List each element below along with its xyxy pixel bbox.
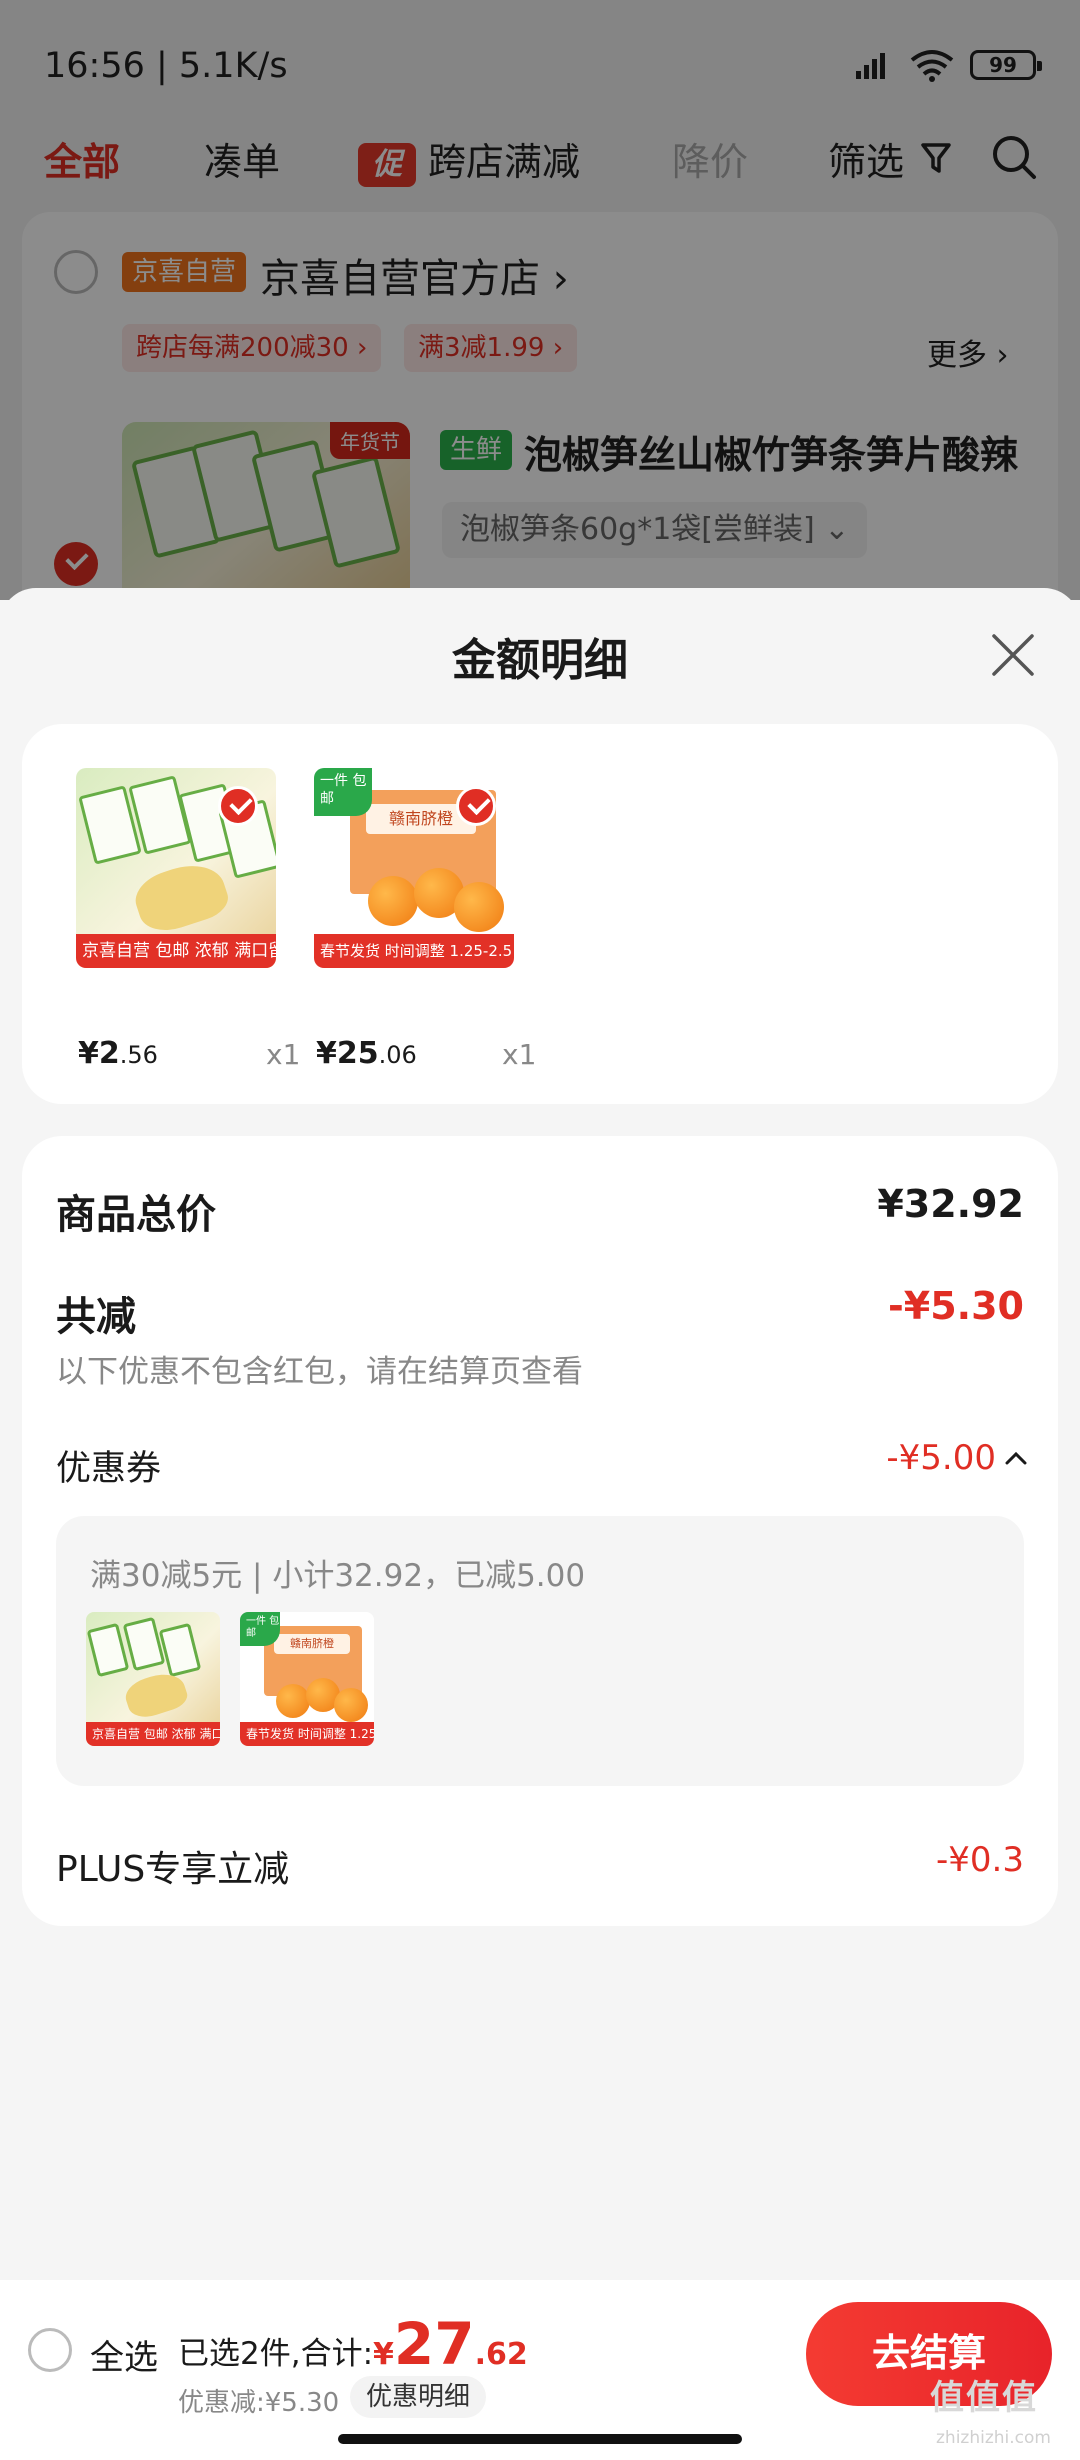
coupon-thumb-caption: 春节发货 时间调整 1.25-2.5日期间暂停发货 [240, 1722, 374, 1746]
item-price-int: ¥2 [78, 1036, 120, 1071]
discount-label: 共减 [56, 1294, 136, 1340]
coupon-item-thumbnail: 京喜自营 包邮 浓郁 满口留香 [86, 1612, 220, 1746]
item-price: ¥2.56 [78, 1036, 158, 1071]
coupon-thumb-caption: 京喜自营 包邮 浓郁 满口留香 [86, 1722, 220, 1746]
item-price-dec: .56 [119, 1041, 158, 1069]
item-image[interactable]: 赣南脐橙 一件 包邮 春节发货 时间调整 1.25-2.5日期间暂停发货 [314, 768, 514, 968]
sum-prefix: 已选2件,合计: [178, 2336, 374, 2372]
total-value: ¥32.92 [877, 1182, 1024, 1226]
sum-integer: 27 [393, 2310, 475, 2378]
discount-detail-button[interactable]: 优惠明细 [350, 2376, 487, 2418]
discount-note: 以下优惠不包含红包，请在结算页查看 [56, 1354, 583, 1390]
select-all-label[interactable]: 全选 [90, 2330, 158, 2379]
sheet-title: 金额明细 [452, 635, 628, 686]
plus-discount-value: -¥0.3 [936, 1840, 1024, 1880]
price-detail-card: 商品总价 ¥32.92 共减 -¥5.30 以下优惠不包含红包，请在结算页查看 … [22, 1136, 1058, 1926]
item-image[interactable]: 京喜自营 包邮 浓郁 满口留香 [76, 768, 276, 968]
coupon-corner: 一件 包邮 [240, 1612, 280, 1646]
item-qty: x1 [502, 1038, 537, 1071]
coupon-box-label: 赣南脐橙 [274, 1634, 350, 1654]
item-image-caption: 京喜自营 包邮 浓郁 满口留香 [76, 934, 276, 968]
coupon-value: -¥5.00 [886, 1438, 996, 1478]
selected-items-card: 京喜自营 包邮 浓郁 满口留香 ¥2.56 x1 赣南脐橙 一件 包邮 春节发货… [22, 724, 1058, 1104]
coupon-label: 优惠券 [56, 1449, 162, 1489]
item-check-icon [218, 786, 258, 826]
watermark-url: zhizhizhi.com [936, 2428, 1051, 2448]
close-icon[interactable] [988, 630, 1038, 680]
watermark-logo: 值值值 [930, 2378, 1038, 2418]
selected-item[interactable]: 京喜自营 包邮 浓郁 满口留香 ¥2.56 x1 [76, 768, 300, 1071]
chevron-up-icon [1005, 1451, 1027, 1465]
selected-item[interactable]: 赣南脐橙 一件 包邮 春节发货 时间调整 1.25-2.5日期间暂停发货 ¥25… [314, 768, 536, 1071]
sum-decimal: .62 [474, 2337, 528, 2372]
item-image-caption: 春节发货 时间调整 1.25-2.5日期间暂停发货 [314, 934, 514, 968]
item-price-int: ¥25 [316, 1036, 379, 1071]
home-indicator[interactable] [338, 2434, 742, 2444]
dim-overlay[interactable] [0, 0, 1080, 600]
discount-summary: 优惠减:¥5.30 [178, 2388, 340, 2418]
select-all-radio[interactable] [28, 2328, 72, 2372]
item-price-dec: .06 [378, 1041, 417, 1069]
item-qty: x1 [266, 1038, 301, 1071]
cart-page-background: 16:56 | 5.1K/s 99 全部 凑单 促跨店满减 降价 筛选 京喜自营… [0, 0, 1080, 632]
amount-detail-sheet: 金额明细 京喜自营 包邮 浓郁 满口留香 ¥2.56 x1 赣南脐橙 [0, 588, 1080, 2460]
coupon-description: 满30减5元 | 小计32.92，已减5.00 [90, 1558, 586, 1594]
coupon-item-thumbnail: 赣南脐橙 一件 包邮 春节发货 时间调整 1.25-2.5日期间暂停发货 [240, 1612, 374, 1746]
coupon-toggle[interactable]: -¥5.00 [886, 1438, 1028, 1478]
sum-currency: ¥ [373, 2337, 394, 2372]
item-price: ¥25.06 [316, 1036, 417, 1071]
plus-discount-label: PLUS专享立减 [56, 1849, 290, 1890]
total-label: 商品总价 [56, 1192, 216, 1238]
checkout-bar: 全选 已选2件,合计: ¥ 27 .62 优惠减:¥5.30 优惠明细 去结算 [0, 2280, 1080, 2460]
discount-value: -¥5.30 [888, 1284, 1024, 1328]
coupon-detail-box: 满30减5元 | 小计32.92，已减5.00 京喜自营 包邮 浓郁 满口留香 … [56, 1516, 1024, 1786]
total-summary: 已选2件,合计: ¥ 27 .62 [178, 2310, 528, 2378]
item-check-icon [456, 786, 496, 826]
free-shipping-corner: 一件 包邮 [314, 768, 372, 816]
